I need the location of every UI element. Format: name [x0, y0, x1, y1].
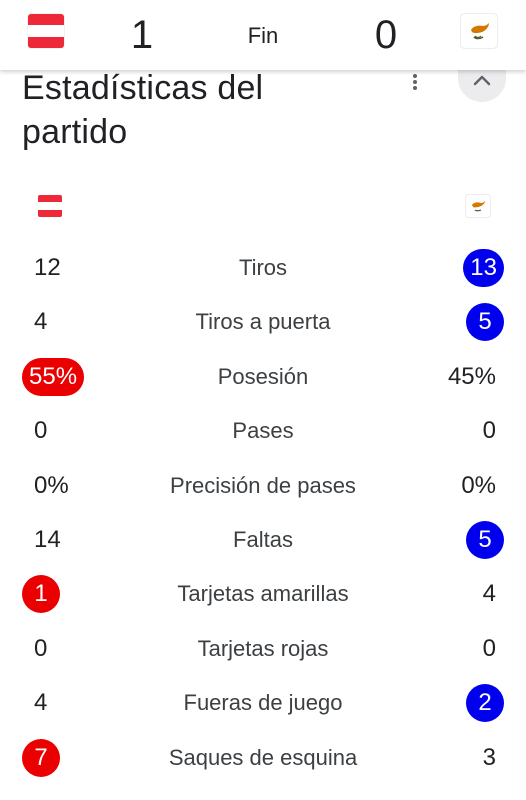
stat-label: Faltas: [233, 527, 293, 552]
stat-label: Fueras de juego: [183, 690, 343, 716]
stat-row: Tarjetas rojas 0 0: [0, 629, 526, 669]
home-stat-value: 0%: [34, 471, 69, 499]
match-status: Fin: [247, 23, 279, 48]
away-stat-value-highlight: 13: [463, 249, 504, 287]
stat-row: Saques de esquina 7 3: [0, 738, 526, 778]
stat-label: Tarjetas amarillas: [177, 581, 349, 607]
stat-label: Pases: [232, 418, 294, 444]
stat-row: Posesión 55% 45%: [0, 357, 526, 397]
away-stat-value-highlight: 2: [466, 684, 504, 723]
cyprus-flag-icon[interactable]: [461, 14, 497, 48]
away-stat-value-highlight: 5: [466, 303, 504, 342]
austria-flag-icon[interactable]: [28, 14, 64, 48]
stat-row: Tiros a puerta 4 5: [0, 302, 526, 342]
away-stat-value: 3: [482, 743, 496, 771]
stat-row: Tarjetas amarillas 1 4: [0, 574, 526, 614]
section-title: Estadísticas del partido: [22, 69, 264, 151]
home-stat-value: 4: [34, 689, 48, 717]
stat-row: Faltas 14 5: [0, 520, 526, 560]
home-score: 1: [130, 13, 154, 57]
score-bar: 1 Fin 0: [0, 0, 526, 70]
home-stat-value: 12: [34, 254, 61, 281]
stat-label: Saques de esquina: [168, 744, 358, 770]
stat-row: Precisión de pases 0% 0%: [0, 466, 526, 506]
away-stat-value: 4: [482, 580, 496, 608]
home-stat-value: 4: [34, 308, 48, 336]
away-score: 0: [374, 13, 398, 57]
home-stat-value-highlight: 1: [22, 575, 60, 614]
away-stat-value-highlight: 5: [466, 521, 504, 559]
more-vert-icon[interactable]: [405, 72, 425, 92]
away-stat-value: 0: [482, 634, 496, 662]
stat-label: Precisión de pases: [170, 472, 356, 498]
away-stat-value: 0: [482, 417, 496, 445]
stat-row: Tiros 12 13: [0, 248, 526, 288]
home-stat-value-highlight: 7: [22, 738, 60, 777]
away-stat-value: 0%: [461, 471, 496, 499]
home-team-flag-icon: [38, 195, 62, 217]
stat-label: Tarjetas rojas: [197, 635, 329, 661]
home-stat-value: 0: [34, 417, 48, 445]
home-stat-value-highlight: 55%: [22, 357, 85, 396]
home-stat-value: 0: [34, 634, 48, 662]
away-stat-value: 45%: [447, 362, 496, 390]
stat-row: Pases 0 0: [0, 411, 526, 451]
stat-label: Tiros: [238, 255, 288, 280]
stat-row: Fueras de juego 4 2: [0, 683, 526, 723]
home-stat-value: 14: [34, 526, 61, 553]
stat-label: Tiros a puerta: [195, 309, 331, 335]
away-team-flag-icon: [466, 195, 490, 217]
